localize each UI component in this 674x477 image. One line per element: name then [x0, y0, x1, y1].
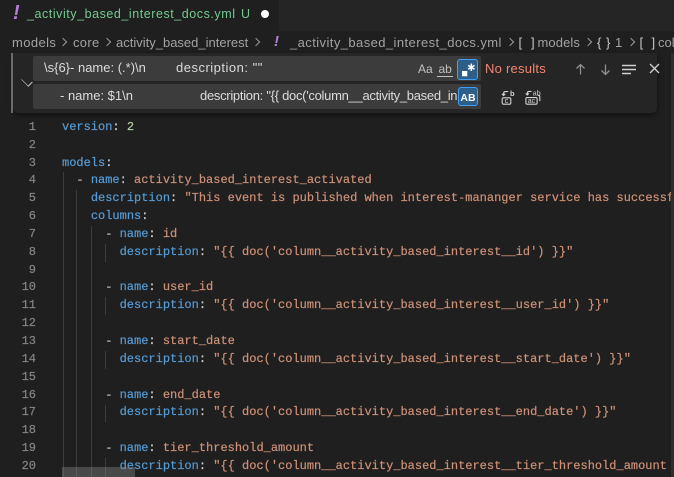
svg-text:c: c	[504, 96, 508, 105]
svg-text:b: b	[510, 90, 515, 98]
svg-text:ac: ac	[527, 98, 535, 105]
svg-text:AB: AB	[460, 92, 476, 104]
